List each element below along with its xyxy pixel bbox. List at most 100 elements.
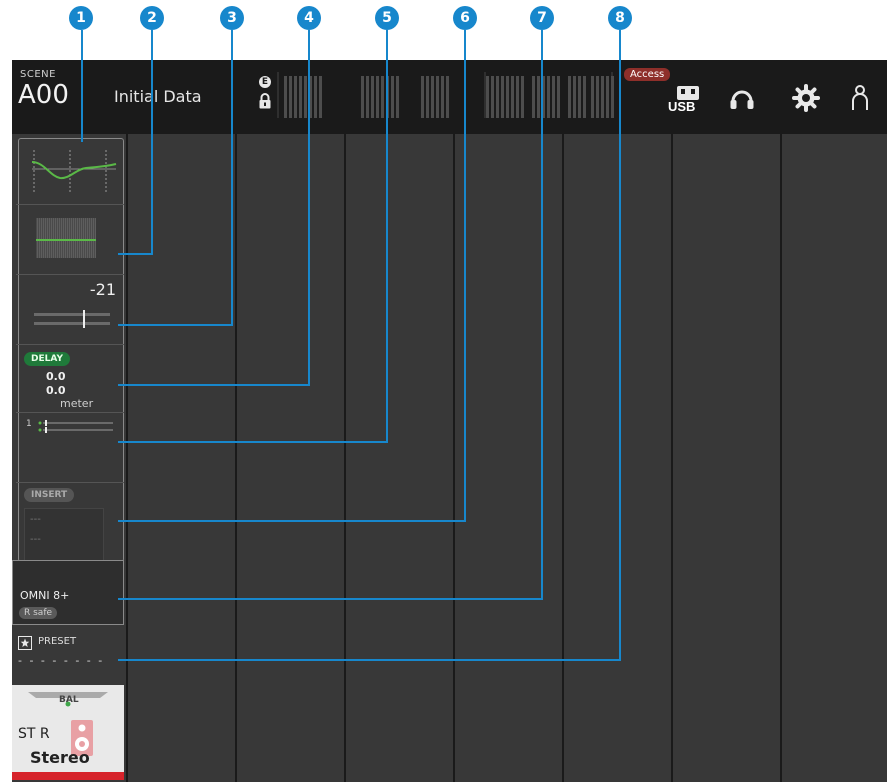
preset-section[interactable]: PRESET - - - - - - - - — [12, 628, 124, 678]
usb-button[interactable]: USB — [668, 80, 704, 116]
meter-bar — [431, 76, 434, 118]
channel-area: -21 DELAY 0.0 0.0 meter 1 INSERT --- ---… — [12, 134, 887, 782]
meter-bar — [421, 76, 424, 118]
dynamics-grid-line — [79, 218, 80, 258]
meter-bar — [583, 76, 586, 118]
strip-divider — [780, 134, 782, 782]
insert-section[interactable]: INSERT --- --- — [16, 482, 124, 562]
meter-bar — [309, 76, 312, 118]
dynamics-grid-line — [45, 218, 46, 258]
meter-bar — [511, 76, 514, 118]
dynamics-grid-line — [81, 218, 82, 258]
dynamics-grid-line — [55, 218, 56, 258]
dynamics-grid-line — [41, 218, 42, 258]
dynamics-grid-line — [89, 218, 90, 258]
meter-bar — [521, 76, 524, 118]
dynamics-section[interactable] — [16, 204, 124, 275]
settings-button[interactable] — [788, 80, 824, 116]
input-port-section[interactable]: OMNI 8+ R safe — [12, 560, 124, 625]
balance-label: BAL — [59, 695, 79, 705]
dynamics-grid-line — [59, 218, 60, 258]
eq-section[interactable] — [16, 136, 124, 205]
dynamics-grid-line — [85, 218, 86, 258]
meter-bar — [314, 76, 317, 118]
callout-4: 4 — [297, 6, 321, 30]
dynamics-grid-line — [43, 218, 44, 258]
headphones-icon — [730, 90, 754, 109]
user-button[interactable] — [842, 80, 878, 116]
meter-bar — [516, 76, 519, 118]
dynamics-grid-line — [75, 218, 76, 258]
dynamics-grid-line — [67, 218, 68, 258]
callout-2: 2 — [140, 6, 164, 30]
meter-bar — [568, 76, 571, 118]
dynamics-grid-line — [47, 218, 48, 258]
meter-bar — [547, 76, 550, 118]
meter-bar — [501, 76, 504, 118]
meter-bar — [573, 76, 576, 118]
channel-name: Stereo — [30, 748, 90, 767]
meter-bar — [578, 76, 581, 118]
meter-bar — [611, 76, 614, 118]
headphones-button[interactable] — [724, 80, 760, 116]
send-section[interactable]: 1 — [16, 412, 124, 483]
insert-button[interactable]: INSERT — [24, 488, 75, 502]
delay-unit: meter — [60, 397, 94, 410]
meter-bar — [366, 76, 369, 118]
input-port-name: OMNI 8+ — [20, 589, 70, 602]
meter-bar — [591, 76, 594, 118]
recall-safe-badge[interactable]: R safe — [19, 607, 58, 619]
usb-icon: USB — [668, 86, 699, 114]
channel-color-bar — [12, 772, 124, 780]
usb-label: USB — [668, 99, 695, 114]
insert-slot: --- — [30, 514, 41, 525]
dynamics-grid-line — [49, 218, 50, 258]
dynamics-grid-line — [93, 218, 94, 258]
meter-bar — [552, 76, 555, 118]
meter-bar — [496, 76, 499, 118]
strip-divider — [235, 134, 237, 782]
meter-bar — [486, 76, 489, 118]
channel-name-section[interactable]: BAL ST R Stereo — [12, 685, 124, 780]
meter-bar — [491, 76, 494, 118]
callout-7: 7 — [530, 6, 554, 30]
strip-divider — [126, 134, 128, 782]
meter-bar — [361, 76, 364, 118]
dynamics-grid-line — [77, 218, 78, 258]
channel-id: ST R — [18, 726, 50, 742]
gain-section[interactable]: -21 — [16, 274, 124, 345]
user-icon — [852, 85, 868, 110]
meter-bar — [304, 76, 307, 118]
meter-bar — [319, 76, 322, 118]
meter-bar — [557, 76, 560, 118]
delay-button[interactable]: DELAY — [24, 352, 70, 366]
meter-bar — [294, 76, 297, 118]
meter-bar — [532, 76, 535, 118]
access-badge[interactable]: Access — [624, 68, 671, 81]
meter-bar — [289, 76, 292, 118]
delay-section[interactable]: DELAY 0.0 0.0 meter — [16, 344, 124, 413]
dynamics-grid-line — [73, 218, 74, 258]
dynamics-graph — [36, 218, 96, 258]
meter-bar — [436, 76, 439, 118]
meter-bar — [446, 76, 449, 118]
insert-slot: --- — [30, 534, 41, 545]
meter-bar — [391, 76, 394, 118]
meter-bar — [596, 76, 599, 118]
callout-6: 6 — [453, 6, 477, 30]
meter-bar — [381, 76, 384, 118]
dynamics-grid-line — [63, 218, 64, 258]
strip-divider — [344, 134, 346, 782]
meter-bar — [386, 76, 389, 118]
gain-slider[interactable] — [16, 274, 124, 344]
dynamics-grid-line — [53, 218, 54, 258]
preset-label: PRESET — [38, 636, 77, 647]
meter-bar — [537, 76, 540, 118]
dynamics-grid-line — [87, 218, 88, 258]
meter-bar — [542, 76, 545, 118]
preset-star-icon — [18, 636, 32, 650]
dynamics-grid-line — [65, 218, 66, 258]
top-bar: SCENE A00 Initial Data E Access USB — [12, 60, 887, 134]
dynamics-grid-line — [95, 218, 96, 258]
send-level-meter — [38, 420, 113, 433]
